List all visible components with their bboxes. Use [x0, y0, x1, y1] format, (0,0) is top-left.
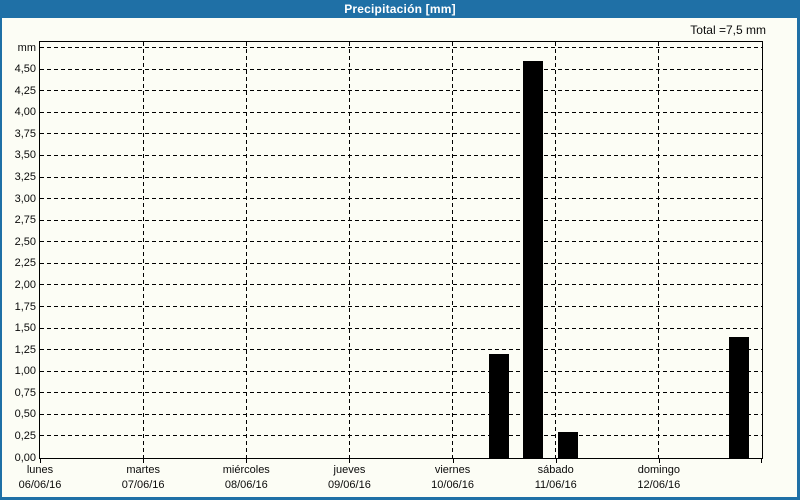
precipitation-chart-window: Precipitación [mm] Total =7,5 mm mm 0,00…	[0, 0, 800, 500]
precipitation-bar	[489, 354, 510, 458]
plot-area	[39, 41, 763, 463]
y-tick-label: 1,25	[14, 343, 36, 356]
gridline-horizontal	[40, 370, 762, 372]
day-date-label: 10/06/16	[431, 479, 474, 491]
gridline-horizontal	[40, 219, 762, 221]
x-axis-tick	[555, 458, 557, 463]
x-day-label: jueves 09/06/16	[328, 464, 371, 492]
gridline-horizontal	[40, 262, 762, 264]
gridline-horizontal	[40, 435, 762, 437]
x-day-label: martes 07/06/16	[122, 464, 165, 492]
gridline-vertical	[245, 42, 247, 458]
y-tick-label: 0,00	[14, 451, 36, 464]
y-axis-labels: 0,00 0,25 0,50 0,75 1,00 1,25 1,50 1,75 2,00 2,25…	[0, 42, 36, 463]
gridline-horizontal	[40, 198, 762, 200]
gridline-horizontal	[40, 111, 762, 113]
day-date-label: 09/06/16	[328, 479, 371, 491]
day-name-label: martes	[126, 464, 160, 476]
day-date-label: 06/06/16	[18, 479, 62, 491]
y-tick-label: 0,75	[14, 386, 36, 399]
y-tick-label: 1,75	[14, 300, 36, 313]
x-day-label: miércoles 08/06/16	[223, 464, 270, 492]
precipitation-bar	[557, 432, 578, 458]
y-tick-label: 0,25	[14, 429, 36, 442]
x-axis-tick	[761, 458, 762, 463]
gridline-vertical	[555, 42, 557, 458]
gridline-horizontal	[40, 327, 762, 329]
gridline-horizontal	[40, 90, 762, 92]
x-day-label: domingo 12/06/16	[637, 464, 680, 492]
gridline-vertical	[658, 42, 660, 458]
precipitation-bar	[728, 337, 749, 458]
y-tick-label: 3,25	[14, 171, 36, 183]
x-day-label: viernes 10/06/16	[431, 464, 474, 492]
day-date-label: 08/06/16	[224, 479, 268, 491]
y-tick-label: 4,50	[14, 63, 36, 76]
day-name-label: sábado	[537, 464, 574, 476]
gridline-horizontal	[40, 154, 762, 156]
y-tick-label: 2,75	[14, 214, 36, 227]
gridline-horizontal	[40, 413, 762, 415]
day-name-label: viernes	[434, 464, 471, 476]
day-date-label: 07/06/16	[121, 479, 165, 491]
day-name-label: domingo	[637, 464, 680, 476]
gridline-horizontal	[40, 392, 762, 394]
x-day-label: lunes 06/06/16	[19, 464, 62, 492]
precipitation-bar	[523, 61, 544, 458]
x-axis-tick	[246, 458, 248, 463]
gridline-vertical	[452, 42, 454, 458]
total-precipitation-label: Total =7,5 mm	[690, 23, 766, 37]
x-axis-tick	[143, 458, 145, 463]
chart-title: Precipitación [mm]	[344, 2, 456, 16]
y-tick-label: 3,00	[14, 192, 36, 205]
x-axis-tick	[452, 458, 454, 463]
x-axis-tick	[40, 458, 41, 463]
y-tick-label: 0,50	[14, 408, 36, 421]
y-tick-label: 3,75	[14, 127, 36, 140]
gridline-horizontal	[40, 284, 762, 286]
y-tick-label: 4,25	[14, 84, 36, 97]
gridline-horizontal	[40, 349, 762, 351]
y-tick-label: 2,00	[14, 278, 36, 291]
y-tick-label: 2,50	[14, 235, 36, 248]
x-day-label: sábado 11/06/16	[535, 464, 577, 492]
chart-titlebar: Precipitación [mm]	[0, 0, 800, 18]
x-axis-tick	[349, 458, 351, 463]
gridline-horizontal	[40, 47, 762, 48]
day-date-label: 12/06/16	[637, 479, 681, 491]
y-tick-label: 3,50	[14, 149, 36, 162]
gridline-horizontal	[40, 68, 762, 70]
day-name-label: miércoles	[222, 464, 270, 476]
gridline-horizontal	[40, 176, 762, 178]
x-axis-labels: lunes 06/06/16 martes 07/06/16 miércoles 08/0…	[19, 464, 762, 494]
x-axis-tick	[658, 458, 660, 463]
y-tick-label: 1,00	[14, 365, 36, 378]
gridline-horizontal	[40, 306, 762, 307]
gridline-horizontal	[40, 133, 762, 135]
y-tick-label: 1,50	[14, 322, 36, 334]
gridline-vertical	[348, 42, 350, 458]
y-tick-label: 4,00	[14, 106, 36, 119]
day-date-label: 11/06/16	[534, 479, 577, 491]
day-name-label: jueves	[333, 464, 366, 476]
gridline-vertical	[142, 42, 144, 458]
day-name-label: lunes	[26, 464, 54, 476]
y-tick-label: 2,25	[14, 257, 36, 270]
gridline-horizontal	[40, 241, 762, 243]
